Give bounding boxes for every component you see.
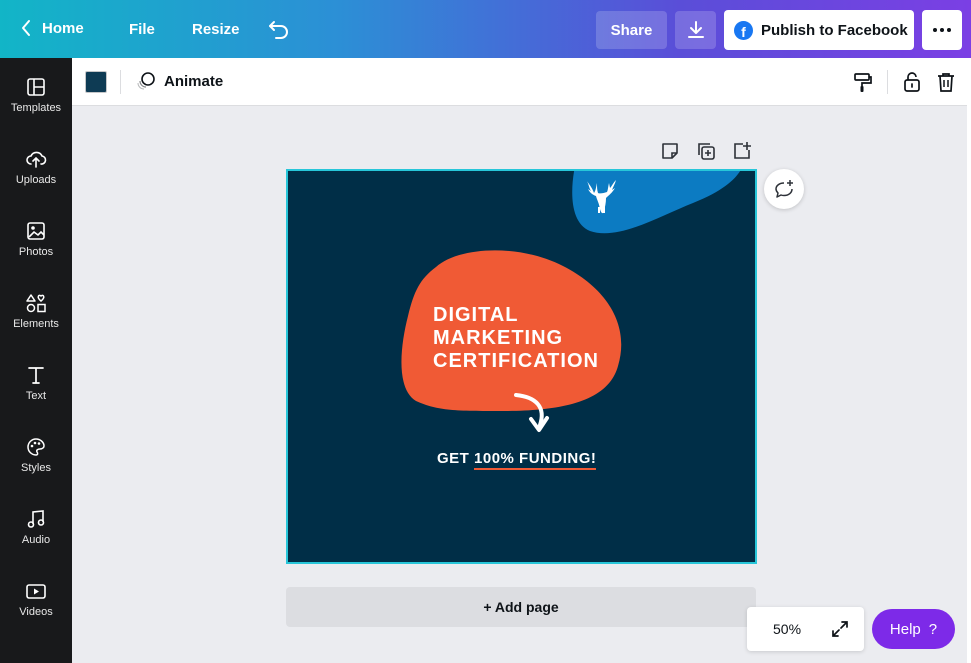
sidebar-label-photos: Photos (18, 246, 54, 258)
top-bar: Home File Resize Share f Publish to Face… (0, 0, 971, 58)
add-comment-button[interactable] (764, 169, 804, 209)
help-label: Help (889, 620, 921, 638)
funding-text[interactable]: GET 100% FUNDING! (437, 450, 597, 470)
sidebar: Templates Uploads Photos Elements Text S… (0, 58, 72, 663)
animate-icon (137, 72, 155, 90)
home-label: Home (42, 19, 84, 37)
music-note-icon (27, 510, 45, 528)
zoom-level[interactable]: 50% (773, 621, 801, 637)
funding-highlight: 100% FUNDING! (474, 450, 597, 470)
headline-line: CERTIFICATION (433, 350, 599, 372)
download-button[interactable] (675, 11, 716, 49)
undo-icon (269, 21, 288, 39)
upload-cloud-icon (26, 151, 47, 168)
sidebar-item-templates[interactable]: Templates (0, 72, 72, 132)
question-icon: ? (928, 620, 938, 638)
animate-label: Animate (164, 72, 224, 90)
undo-button[interactable] (268, 19, 290, 39)
palette-icon (27, 438, 45, 456)
sidebar-item-audio[interactable]: Audio (0, 504, 72, 564)
unlock-icon[interactable] (900, 70, 924, 94)
templates-icon (27, 78, 45, 96)
sidebar-item-uploads[interactable]: Uploads (0, 144, 72, 204)
sidebar-label-uploads: Uploads (15, 174, 57, 186)
sidebar-label-elements: Elements (13, 318, 59, 330)
sidebar-label-audio: Audio (21, 534, 51, 546)
shapes-icon (26, 294, 46, 313)
download-icon (687, 21, 704, 38)
duplicate-page-icon[interactable] (695, 140, 717, 162)
dot-icon (933, 28, 937, 32)
headline-line: MARKETING (433, 327, 564, 349)
fullscreen-expand-icon[interactable] (830, 619, 850, 639)
more-options-button[interactable] (922, 10, 962, 50)
headline-text[interactable]: DIGITAL MARKETING CERTIFICATION (433, 304, 599, 373)
sidebar-label-styles: Styles (21, 462, 51, 474)
sidebar-label-text: Text (25, 390, 47, 402)
editor-toolbar: Animate (72, 58, 971, 106)
video-icon (26, 584, 46, 599)
design-canvas[interactable]: DIGITAL MARKETING CERTIFICATION GET 100%… (286, 169, 757, 564)
dot-icon (947, 28, 951, 32)
sidebar-item-styles[interactable]: Styles (0, 432, 72, 492)
sidebar-item-photos[interactable]: Photos (0, 216, 72, 276)
share-button[interactable]: Share (596, 11, 667, 49)
file-menu[interactable]: File (129, 21, 155, 38)
sidebar-item-videos[interactable]: Videos (0, 576, 72, 636)
add-page-button[interactable]: + Add page (286, 587, 756, 627)
comment-plus-icon (775, 180, 793, 198)
funding-prefix: GET (437, 450, 475, 467)
toolbar-divider (120, 70, 121, 94)
chevron-left-icon (22, 20, 30, 36)
sidebar-item-text[interactable]: Text (0, 360, 72, 420)
add-new-page-icon[interactable] (731, 140, 753, 162)
dot-icon (940, 28, 944, 32)
sidebar-label-videos: Videos (19, 606, 53, 618)
publish-to-facebook-button[interactable]: f Publish to Facebook (724, 10, 914, 50)
image-icon (27, 222, 45, 240)
toolbar-divider (887, 70, 888, 94)
trash-icon[interactable] (934, 70, 958, 94)
help-button[interactable]: Help ? (872, 609, 955, 649)
headline-line: DIGITAL (433, 304, 519, 326)
add-note-icon[interactable] (659, 140, 681, 162)
right-panel-edge (967, 58, 971, 663)
text-t-icon (28, 367, 44, 384)
animate-button[interactable]: Animate (136, 71, 223, 91)
home-button[interactable]: Home (20, 19, 84, 37)
facebook-icon: f (734, 20, 753, 40)
paint-roller-icon[interactable] (851, 70, 875, 94)
corner-blob-shape (572, 171, 741, 234)
zoom-control: 50% (747, 607, 864, 651)
publish-label: Publish to Facebook (761, 21, 908, 39)
sidebar-item-elements[interactable]: Elements (0, 288, 72, 348)
sidebar-label-templates: Templates (10, 102, 62, 114)
resize-menu[interactable]: Resize (192, 21, 240, 38)
color-swatch-button[interactable] (85, 71, 107, 93)
